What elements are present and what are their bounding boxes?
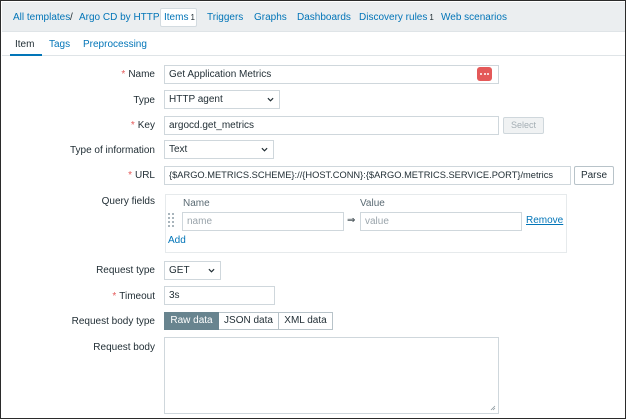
- request-type-select[interactable]: GET: [164, 261, 221, 280]
- breadcrumb-all-templates[interactable]: All templates: [13, 11, 70, 25]
- request-type-value: GET: [169, 265, 190, 276]
- body-type-raw-data[interactable]: Raw data: [164, 312, 219, 330]
- query-value-header: Value: [360, 198, 385, 209]
- subtab-preprocessing[interactable]: Preprocessing: [83, 38, 147, 51]
- chevron-down-icon: [208, 268, 215, 273]
- key-label: * Key: [130, 120, 155, 131]
- drag-handle-icon[interactable]: [168, 213, 174, 227]
- tab-web-scenarios[interactable]: Web scenarios: [441, 11, 507, 25]
- body-type-xml-data[interactable]: XML data: [278, 312, 333, 330]
- item-edit-page: All templates / Argo CD by HTTP Items 1 T…: [0, 0, 626, 419]
- tab-graphs[interactable]: Graphs: [254, 11, 287, 25]
- url-label: * URL: [128, 170, 155, 181]
- body-type-json-data[interactable]: JSON data: [219, 312, 279, 330]
- select-button[interactable]: Select: [503, 117, 544, 134]
- type-of-information-select[interactable]: Text: [164, 140, 274, 159]
- url-input[interactable]: {$ARGO.METRICS.SCHEME}://{HOST.CONN}:{$A…: [164, 166, 571, 185]
- timeout-label: * Timeout: [112, 291, 155, 302]
- query-name-input[interactable]: name: [182, 212, 344, 231]
- subtab-item[interactable]: Item: [15, 38, 34, 51]
- chevron-down-icon: [267, 97, 274, 102]
- item-subtabs: Item Tags Preprocessing: [2, 32, 625, 56]
- name-label: * Name: [121, 69, 155, 80]
- tab-items-label: Items 1: [164, 12, 195, 23]
- request-body-label: Request body: [93, 342, 155, 353]
- timeout-input[interactable]: 3s: [164, 286, 275, 305]
- resize-grip-icon[interactable]: [490, 405, 496, 411]
- subtab-tags[interactable]: Tags: [49, 38, 70, 51]
- type-of-information-label: Type of information: [69, 145, 155, 156]
- breadcrumb-separator: /: [70, 12, 73, 23]
- tab-discovery-rules[interactable]: Discovery rules 1: [359, 11, 434, 25]
- tab-triggers[interactable]: Triggers: [207, 11, 243, 25]
- type-select-value: HTTP agent: [169, 94, 223, 105]
- request-body-textarea[interactable]: [164, 337, 499, 414]
- template-navigation: All templates / Argo CD by HTTP Items 1 T…: [2, 2, 625, 32]
- add-link[interactable]: Add: [168, 235, 186, 246]
- query-fields-label: Query fields: [101, 196, 155, 207]
- request-body-type-label: Request body type: [71, 316, 155, 327]
- items-count-badge: 1: [190, 13, 195, 22]
- request-type-label: Request type: [96, 265, 155, 276]
- type-label: Type: [133, 95, 155, 106]
- tab-dashboards[interactable]: Dashboards: [297, 11, 351, 25]
- type-select[interactable]: HTTP agent: [164, 90, 280, 109]
- query-value-input[interactable]: value: [360, 212, 522, 231]
- parse-button[interactable]: Parse: [574, 166, 614, 185]
- chevron-down-icon: [261, 147, 268, 152]
- ellipsis-icon[interactable]: [477, 67, 492, 81]
- discovery-count-badge: 1: [429, 13, 434, 22]
- query-name-header: Name: [183, 198, 210, 209]
- active-subtab-indicator: [10, 54, 42, 56]
- breadcrumb-template[interactable]: Argo CD by HTTP: [79, 11, 160, 25]
- type-of-information-value: Text: [169, 144, 188, 155]
- key-input[interactable]: argocd.get_metrics: [164, 116, 499, 135]
- name-input[interactable]: Get Application Metrics: [164, 65, 499, 84]
- remove-link[interactable]: Remove: [526, 215, 563, 226]
- arrow-icon: ⇒: [347, 215, 356, 226]
